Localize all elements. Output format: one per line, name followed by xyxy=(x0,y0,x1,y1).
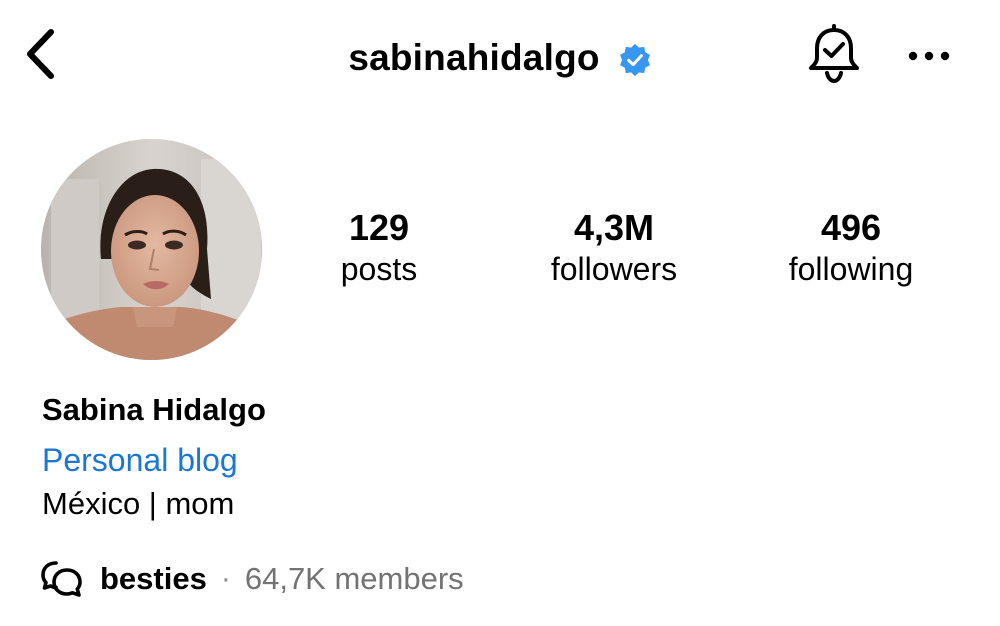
following-count-value: 496 xyxy=(820,207,882,248)
username: sabinahidalgo xyxy=(348,37,600,78)
verified-badge-icon xyxy=(618,43,652,77)
bell-check-icon xyxy=(806,23,862,89)
posts-count-value: 129 xyxy=(348,207,410,248)
chevron-left-icon xyxy=(23,28,57,85)
following-count[interactable]: 496 following xyxy=(751,206,951,288)
profile-category-link[interactable]: Personal blog xyxy=(42,440,238,480)
more-options-button[interactable] xyxy=(902,36,956,80)
followers-count[interactable]: 4,3M followers xyxy=(514,206,714,288)
channel-member-count: 64,7K members xyxy=(244,561,464,596)
top-navigation-bar: sabinahidalgo xyxy=(0,0,1000,120)
following-count-label: following xyxy=(788,251,914,287)
more-horizontal-icon xyxy=(907,49,951,67)
broadcast-channel-link[interactable]: besties · 64,7K members xyxy=(40,556,464,602)
profile-photo xyxy=(41,139,262,360)
followers-count-value: 4,3M xyxy=(573,207,655,248)
channel-separator: · xyxy=(220,562,231,595)
posts-count-label: posts xyxy=(340,251,418,287)
broadcast-chat-icon xyxy=(40,559,84,599)
display-name: Sabina Hidalgo xyxy=(42,392,266,427)
back-button[interactable] xyxy=(18,28,62,84)
channel-name: besties xyxy=(100,561,207,596)
notifications-button[interactable] xyxy=(804,23,864,89)
posts-count[interactable]: 129 posts xyxy=(279,206,479,288)
bio-text: México | mom xyxy=(42,486,235,521)
profile-avatar[interactable] xyxy=(41,139,262,360)
followers-count-label: followers xyxy=(550,251,678,287)
